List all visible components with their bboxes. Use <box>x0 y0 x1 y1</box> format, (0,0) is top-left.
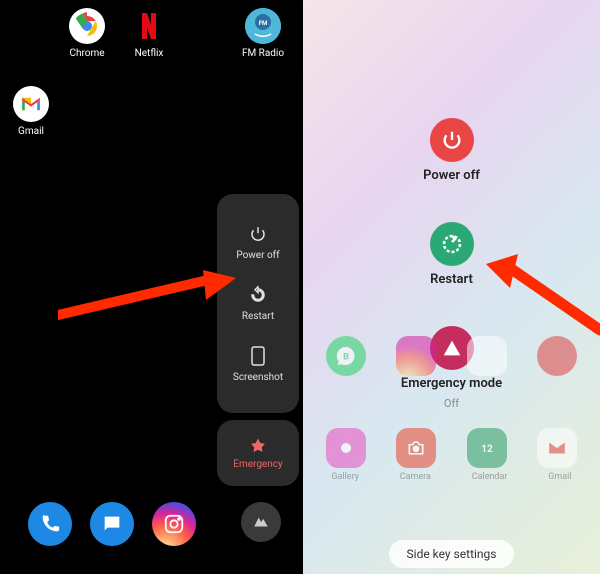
game-bg-icon <box>537 336 577 376</box>
restart-label: Restart <box>242 311 274 322</box>
assistant-button[interactable] <box>241 502 281 542</box>
power-icon <box>248 224 268 244</box>
restart-label: Restart <box>430 272 473 287</box>
svg-text:12: 12 <box>481 444 493 455</box>
power-menu: Power off Restart Screenshot <box>217 194 299 413</box>
emergency-sub: Off <box>444 397 459 410</box>
emergency-option[interactable]: Emergency <box>217 420 299 486</box>
camera-icon <box>396 428 436 468</box>
netflix-icon <box>131 8 167 44</box>
phone-app[interactable] <box>28 502 72 546</box>
gmail-icon <box>13 86 49 122</box>
app-chrome[interactable]: Chrome <box>56 8 118 59</box>
gmail-bg-icon <box>537 428 577 468</box>
side-key-settings-button[interactable]: Side key settings <box>389 540 515 568</box>
emergency-label: Emergency mode <box>401 376 502 391</box>
app-label: Chrome <box>69 48 104 59</box>
app-label: Netflix <box>135 48 164 59</box>
app-label: FM Radio <box>242 48 284 59</box>
power-off-button[interactable]: Power off <box>303 118 600 183</box>
messages-app[interactable] <box>90 502 134 546</box>
gallery-icon <box>326 428 366 468</box>
screenshot-option[interactable]: Screenshot <box>217 334 299 395</box>
android-home-screen: Chrome Netflix FM FM Radio Gmail Power o… <box>0 0 303 574</box>
app-label: Gmail <box>18 126 44 137</box>
app-gmail[interactable]: Gmail <box>0 86 62 137</box>
app-fmradio[interactable]: FM FM Radio <box>232 8 294 59</box>
samsung-power-screen: Power off Restart Emergency mode Off B 1… <box>303 0 600 574</box>
restart-icon <box>430 222 474 266</box>
restart-button[interactable]: Restart <box>303 222 600 287</box>
screenshot-label: Screenshot <box>233 372 283 383</box>
restart-icon <box>248 285 268 305</box>
power-off-label: Power off <box>423 168 480 183</box>
home-apps-row: Chrome Netflix FM FM Radio <box>0 8 303 59</box>
power-off-label: Power off <box>236 250 279 261</box>
svg-text:FM: FM <box>259 20 268 27</box>
annotation-arrow-left <box>58 270 238 330</box>
bg-app-row-1: B <box>303 336 600 376</box>
assistant-icon <box>252 513 270 531</box>
wa-business-icon: B <box>326 336 366 376</box>
svg-text:B: B <box>343 353 349 363</box>
side-key-label: Side key settings <box>407 547 497 561</box>
fmradio-icon: FM <box>245 8 281 44</box>
power-off-option[interactable]: Power off <box>217 212 299 273</box>
power-icon <box>430 118 474 162</box>
instagram-bg-icon <box>396 336 436 376</box>
instagram-app[interactable] <box>152 502 196 546</box>
emergency-label: Emergency <box>233 459 282 470</box>
screenshot-icon <box>248 346 268 366</box>
app-netflix[interactable]: Netflix <box>118 8 180 59</box>
chrome-icon <box>69 8 105 44</box>
samsung-bg-icon <box>467 336 507 376</box>
emergency-icon <box>249 437 267 455</box>
bg-labels: Gallery Camera Calendar Gmail <box>303 472 600 482</box>
calendar-icon: 12 <box>467 428 507 468</box>
bg-app-row-2: 12 <box>303 428 600 468</box>
restart-option[interactable]: Restart <box>217 273 299 334</box>
